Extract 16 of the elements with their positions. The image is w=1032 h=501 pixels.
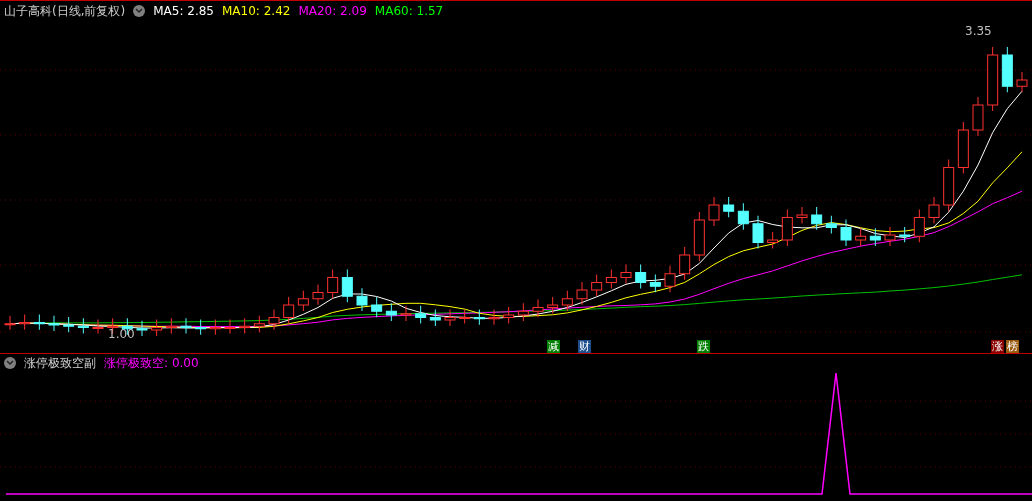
stock-title: 山子高科(日线,前复权) bbox=[4, 2, 126, 20]
event-tag[interactable]: 跌 bbox=[696, 340, 710, 353]
event-tag[interactable]: 财 bbox=[577, 340, 591, 353]
ma-reading: MA5: 2.85 bbox=[153, 2, 214, 20]
dropdown-icon[interactable] bbox=[133, 4, 146, 17]
ma-reading: MA20: 2.09 bbox=[298, 2, 367, 20]
event-tag[interactable]: 榜 bbox=[1006, 340, 1020, 353]
ma-reading: MA60: 1.57 bbox=[374, 2, 444, 20]
dropdown-icon[interactable] bbox=[4, 356, 16, 369]
low-price-label: 1.00 bbox=[108, 326, 135, 343]
event-tag[interactable]: 减 bbox=[546, 340, 560, 353]
high-price-label: 3.35 bbox=[965, 23, 992, 40]
indicator-title: 涨停极致空副 bbox=[24, 354, 96, 372]
event-tag[interactable]: 涨 bbox=[990, 340, 1004, 353]
ma-reading: MA10: 2.42 bbox=[222, 2, 291, 20]
indicator-reading: 涨停极致空: 0.00 bbox=[104, 354, 199, 372]
